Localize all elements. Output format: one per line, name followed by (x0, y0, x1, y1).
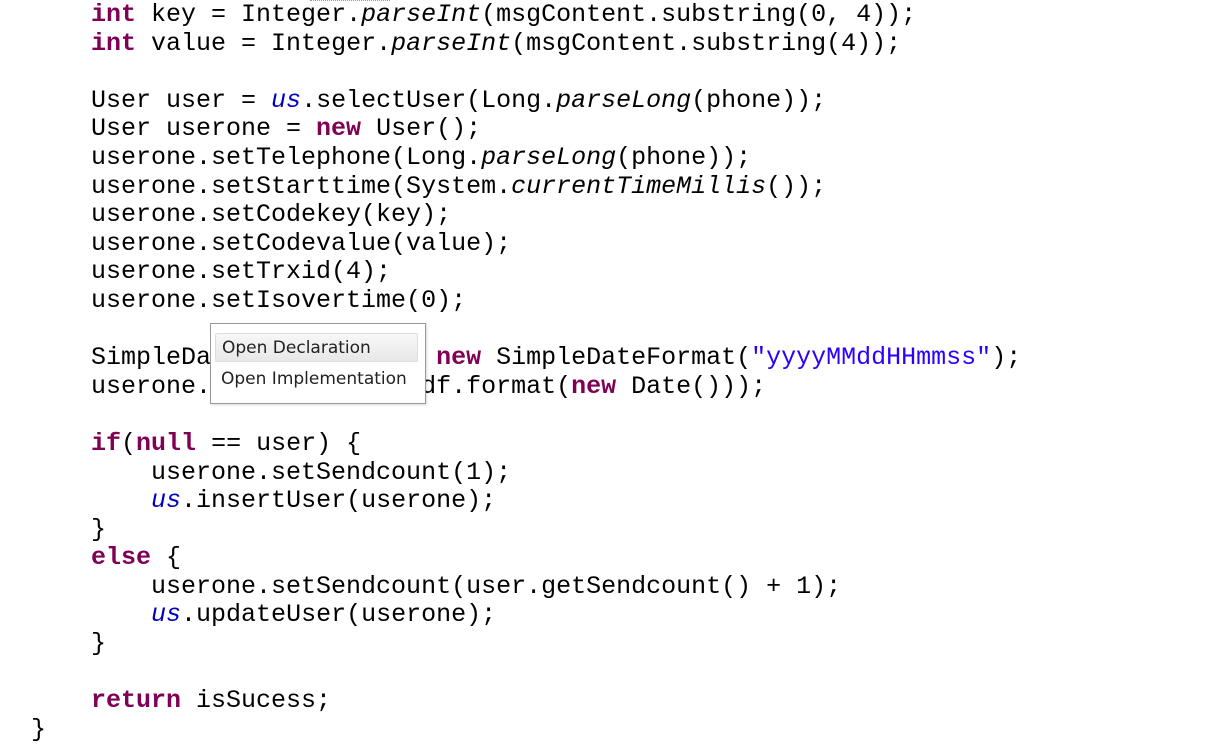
code-line: us.insertUser(userone); (31, 486, 1021, 516)
code-token: (msgContent.substring(4)); (511, 28, 902, 58)
code-token-kw: new (571, 371, 617, 401)
code-line: userone.setTelephone(Long.parseLong(phon… (31, 142, 1021, 173)
code-token-static: parseInt (361, 0, 482, 29)
code-token: isSucess; (181, 686, 332, 716)
code-token: userone.setCodekey(key); (31, 200, 452, 230)
code-token: userone.setSendcount(1); (31, 457, 512, 487)
code-token: ); (991, 343, 1022, 373)
code-token: ( (121, 428, 137, 458)
code-token-kw: int (91, 0, 137, 29)
code-token: User(); (361, 114, 482, 144)
menu-item-open-implementation[interactable]: Open Implementation (215, 365, 418, 394)
code-token-kw: new (436, 343, 482, 373)
code-token: == user) { (196, 428, 362, 458)
code-line: int key = Integer.parseInt(msgContent.su… (31, 0, 1021, 30)
code-line: } (31, 514, 1021, 545)
code-line: return isSucess; (31, 686, 1021, 716)
code-token: key = Integer. (136, 0, 362, 29)
code-token: ()); (766, 171, 827, 201)
code-line: int value = Integer.parseInt(msgContent.… (31, 28, 1021, 59)
code-token: .insertUser(userone); (181, 486, 497, 516)
code-line: userone.setStarttime(sdf.format(new Date… (31, 371, 1021, 402)
code-token: { (151, 543, 182, 573)
code-token-kw: int (91, 28, 137, 58)
code-editor[interactable]: int key = Integer.parseInt(msgContent.su… (31, 0, 1022, 745)
code-token: } (31, 629, 107, 659)
code-line: userone.setCodevalue(value); (31, 228, 1021, 259)
code-line: userone.setSendcount(1); (31, 457, 1021, 488)
code-token: } (31, 714, 47, 744)
code-line: userone.setStarttime(System.currentTimeM… (31, 171, 1021, 202)
code-token: (phone)); (691, 85, 827, 115)
code-token: userone.setIsovertime(0); (31, 285, 467, 315)
code-token: .selectUser(Long. (301, 85, 557, 115)
menu-item-open-declaration[interactable]: Open Declaration (215, 333, 418, 362)
code-token-kw: return (91, 686, 182, 716)
code-token-field: us (151, 486, 182, 516)
code-token: } (31, 514, 107, 544)
code-line: User userone = new User(); (31, 115, 1021, 144)
code-token: .updateUser(userone); (181, 600, 497, 630)
code-token: (phone)); (616, 142, 752, 172)
code-token: SimpleDateFormat( (481, 343, 752, 373)
code-token-kw: new (316, 114, 362, 144)
code-token-kw: if (91, 428, 122, 458)
code-token: userone.setTrxid(4); (31, 257, 392, 287)
code-token: userone.setSendcount(user.getSendcount()… (31, 571, 842, 601)
code-token: User user = (31, 85, 272, 115)
code-token-static: currentTimeMillis (511, 171, 767, 201)
code-token: value = Integer. (136, 28, 392, 58)
hover-underline (310, 0, 390, 3)
code-line: userone.setCodekey(key); (31, 200, 1021, 230)
code-line: User user = us.selectUser(Long.parseLong… (31, 85, 1021, 116)
code-token-static: parseInt (391, 28, 512, 58)
code-token: userone.setCodevalue(value); (31, 228, 512, 258)
code-line: userone.setSendcount(user.getSendcount()… (31, 571, 1021, 602)
context-menu: Open Declaration Open Implementation (210, 323, 426, 404)
code-line: SimpleDateFormat sdf = new SimpleDateFor… (31, 343, 1022, 373)
code-line: else { (31, 543, 1021, 573)
code-token: (msgContent.substring(0, 4)); (481, 0, 917, 29)
code-token-static: parseLong (556, 85, 692, 115)
code-line: if(null == user) { (31, 428, 1021, 459)
code-line: } (31, 714, 1021, 745)
code-token: User userone = (31, 114, 317, 144)
code-line: us.updateUser(userone); (31, 601, 1021, 630)
code-line: } (31, 629, 1021, 659)
code-token: userone.setStarttime(System. (31, 171, 512, 201)
code-token-kw: null (136, 428, 197, 458)
code-token-str: "yyyyMMddHHmmss" (751, 343, 992, 373)
code-token-kw: else (91, 543, 152, 573)
code-token-field: us (151, 600, 182, 630)
code-line: userone.setIsovertime(0); (31, 285, 1021, 316)
code-token-static: parseLong (481, 142, 617, 172)
code-token: userone.setTelephone(Long. (31, 142, 482, 172)
code-line: userone.setTrxid(4); (31, 258, 1021, 287)
code-token-field: us (271, 85, 302, 115)
code-token: Date())); (616, 371, 767, 401)
